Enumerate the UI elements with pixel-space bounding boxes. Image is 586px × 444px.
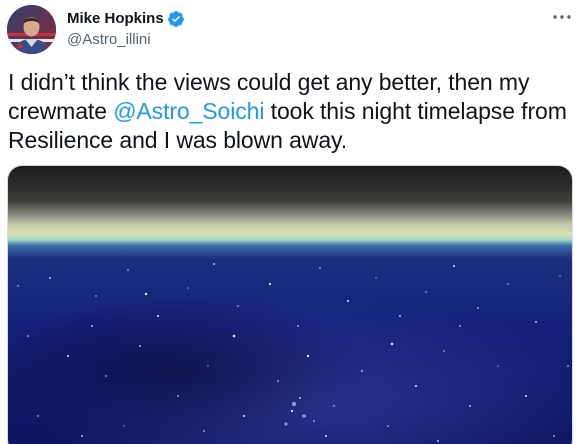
author-name-row[interactable]: Mike Hopkins (67, 9, 185, 29)
verified-badge-icon (167, 10, 185, 28)
mention-link[interactable]: @Astro_Soichi (113, 98, 264, 124)
avatar[interactable] (7, 5, 56, 54)
author-handle[interactable]: @Astro_illini (67, 30, 151, 50)
night-timelapse-image (8, 166, 572, 444)
display-name[interactable]: Mike Hopkins (67, 9, 164, 29)
tweet-text: I didn’t think the views could get any b… (8, 68, 578, 155)
avatar-image (7, 5, 56, 54)
tweet-media-image[interactable] (7, 165, 573, 444)
more-options-icon[interactable] (550, 8, 574, 26)
tweet-card: Mike Hopkins @Astro_illini I didn’t thin… (0, 0, 586, 444)
